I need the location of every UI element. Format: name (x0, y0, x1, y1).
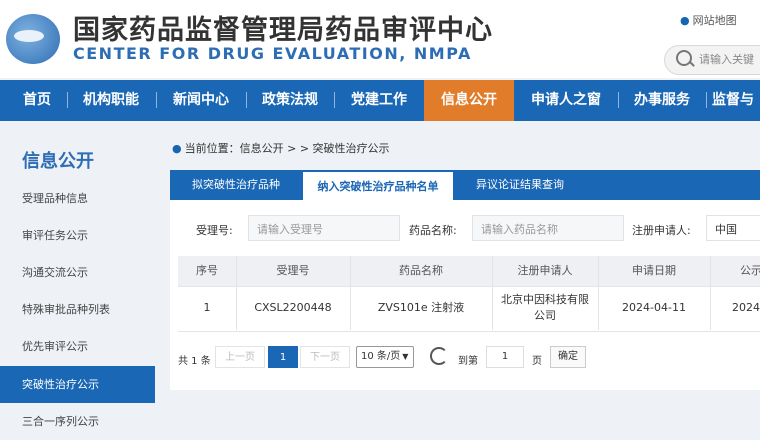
nav-divider (67, 92, 68, 108)
breadcrumb-text: 当前位置：信息公开 > > 突破性治疗公示 (184, 142, 390, 155)
location-pin-icon: ● (172, 142, 182, 155)
sitemap-label: 网站地图 (692, 14, 737, 27)
search-icon[interactable] (676, 50, 692, 66)
logo-mark (14, 30, 44, 42)
tab-included-list[interactable]: 纳入突破性治疗品种名单 (303, 170, 453, 200)
cell-drug-name: ZVS101e 注射液 (377, 301, 465, 314)
nav-item-services[interactable]: 办事服务 (622, 80, 702, 121)
acceptance-label: 受理号: (196, 224, 233, 237)
applicant-input[interactable]: 中国 (706, 215, 760, 241)
nav-item-policy[interactable]: 政策法规 (250, 80, 330, 121)
sidebar-item-priority-review[interactable]: 优先审评公示 (0, 328, 155, 365)
sidebar-item-breakthrough[interactable]: 突破性治疗公示 (0, 366, 155, 403)
nav-item-functions[interactable]: 机构职能 (70, 80, 152, 121)
drug-name-label: 药品名称: (409, 224, 457, 237)
sidebar-item-three-in-one[interactable]: 三合一序列公示 (0, 403, 155, 440)
col-divider (492, 256, 493, 330)
drug-name-input[interactable]: 请输入药品名称 (472, 215, 624, 241)
refresh-icon[interactable] (430, 347, 448, 365)
cell-publicity: 2024 (732, 301, 760, 314)
acceptance-input[interactable]: 请输入受理号 (248, 215, 400, 241)
nav-item-supervision[interactable]: 监督与 (712, 80, 760, 121)
site-title-en: CENTER FOR DRUG EVALUATION, NMPA (73, 44, 472, 63)
goto-page-input[interactable]: 1 (486, 346, 524, 368)
col-header-apply-date: 申请日期 (632, 264, 676, 277)
total-count: 共 1 条 (178, 356, 211, 367)
nav-divider (246, 92, 247, 108)
nav-divider (618, 92, 619, 108)
nav-item-disclosure[interactable]: 信息公开 (424, 80, 514, 121)
col-header-index: 序号 (196, 264, 218, 277)
cell-acceptance-no: CXSL2200448 (254, 301, 332, 314)
prev-page-button[interactable]: 上一页 (215, 346, 265, 368)
col-divider (710, 256, 711, 330)
sidebar-item-special-approval[interactable]: 特殊审批品种列表 (0, 291, 155, 328)
breadcrumb: ● 当前位置：信息公开 > > 突破性治疗公示 (172, 140, 390, 156)
col-header-publicity: 公示 (740, 264, 760, 277)
nav-divider (156, 92, 157, 108)
nav-item-party[interactable]: 党建工作 (338, 80, 420, 121)
nav-divider (334, 92, 335, 108)
chevron-down-icon: ▼ (402, 352, 409, 361)
nav-divider (706, 92, 707, 108)
tab-objection-results[interactable]: 异议论证结果查询 (460, 170, 580, 200)
nav-item-news[interactable]: 新闻中心 (160, 80, 242, 121)
site-title-cn: 国家药品监督管理局药品审评中心 (73, 15, 493, 46)
sitemap-link[interactable]: ● 网站地图 (680, 12, 737, 28)
confirm-button[interactable]: 确定 (550, 346, 586, 368)
col-divider (236, 256, 237, 330)
applicant-label: 注册申请人: (632, 224, 691, 237)
cell-index: 1 (203, 301, 211, 314)
sidebar-item-acceptance[interactable]: 受理品种信息 (0, 180, 155, 217)
next-page-button[interactable]: 下一页 (300, 346, 350, 368)
col-divider (598, 256, 599, 330)
sidebar-item-review-tasks[interactable]: 审评任务公示 (0, 217, 155, 254)
col-header-drug-name: 药品名称 (399, 264, 443, 277)
page-unit-label: 页 (532, 356, 542, 367)
page-size-value: 10 条/页 (361, 351, 401, 362)
cell-apply-date: 2024-04-11 (622, 301, 686, 314)
location-pin-icon: ● (680, 14, 690, 27)
sidebar-title: 信息公开 (22, 151, 94, 172)
col-header-acceptance-no: 受理号 (276, 264, 310, 277)
sidebar-item-communication[interactable]: 沟通交流公示 (0, 254, 155, 291)
cell-applicant: 北京中因科技有限公司 (501, 293, 589, 322)
page-1-button[interactable]: 1 (268, 346, 298, 368)
col-header-applicant: 注册申请人 (517, 264, 573, 277)
col-divider (350, 256, 351, 330)
search-input[interactable]: 请输入关键 (699, 51, 754, 67)
page-size-select[interactable]: 10 条/页 ▼ (356, 346, 414, 368)
goto-label: 到第 (458, 356, 478, 367)
nav-item-applicant[interactable]: 申请人之窗 (518, 80, 614, 121)
tab-proposed[interactable]: 拟突破性治疗品种 (170, 170, 302, 200)
nav-item-home[interactable]: 首页 (8, 80, 66, 121)
